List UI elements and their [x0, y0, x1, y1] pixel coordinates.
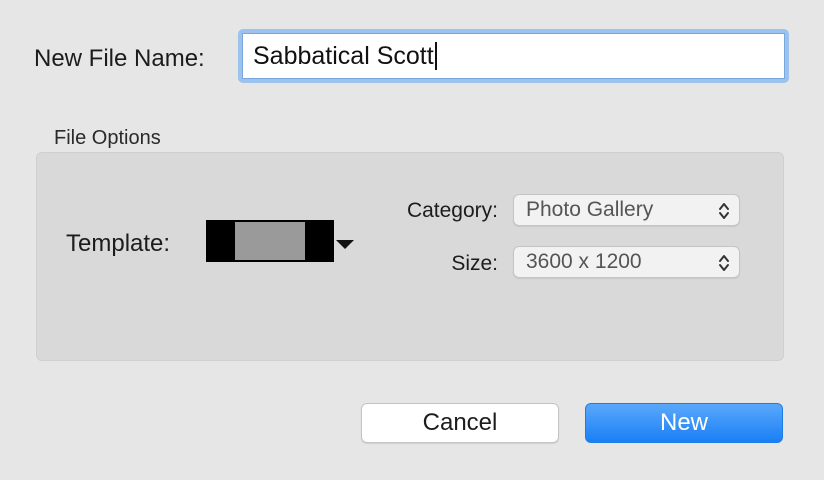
file-name-value: Sabbatical Scott: [253, 41, 434, 70]
file-name-input[interactable]: Sabbatical Scott: [242, 33, 785, 79]
file-name-label: New File Name:: [34, 45, 205, 72]
new-file-dialog: New File Name: Sabbatical Scott File Opt…: [0, 0, 824, 480]
template-preview-frame: [235, 222, 305, 260]
new-button[interactable]: New: [585, 403, 783, 443]
template-preview[interactable]: [206, 220, 334, 262]
cancel-button[interactable]: Cancel: [361, 403, 559, 443]
category-label: Category:: [406, 199, 498, 222]
size-popup[interactable]: 3600 x 1200: [513, 246, 740, 278]
size-label: Size:: [451, 252, 498, 275]
file-options-title: File Options: [54, 127, 161, 149]
size-selected: 3600 x 1200: [526, 250, 642, 273]
text-caret: [434, 42, 437, 70]
file-name-focus-ring: Sabbatical Scott: [238, 29, 789, 83]
category-popup[interactable]: Photo Gallery: [513, 194, 740, 226]
triangle-down-icon[interactable]: [336, 240, 354, 249]
template-label: Template:: [66, 230, 171, 257]
up-down-chevron-icon: [719, 203, 729, 219]
up-down-chevron-icon: [719, 255, 729, 271]
category-selected: Photo Gallery: [526, 198, 654, 221]
